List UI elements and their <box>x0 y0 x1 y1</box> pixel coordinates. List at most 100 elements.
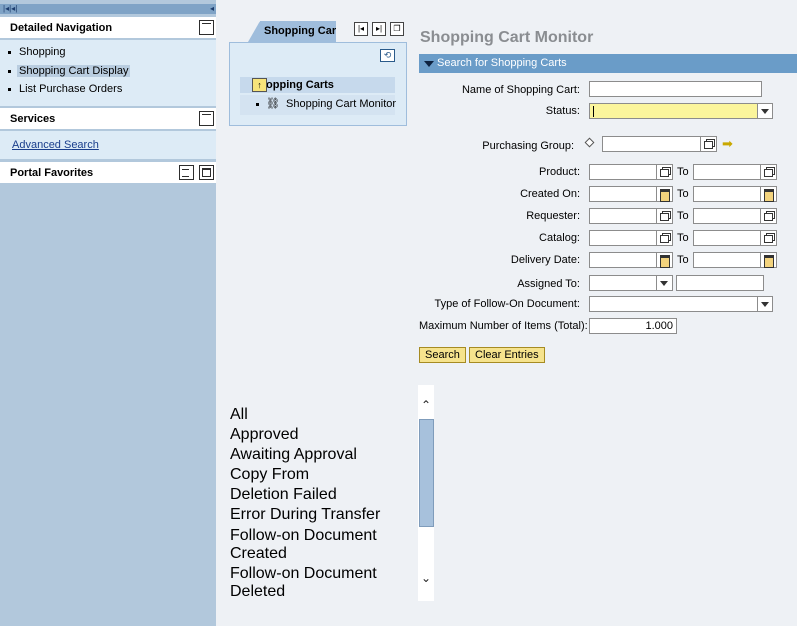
requester-to-input[interactable] <box>693 208 777 224</box>
calendar-icon[interactable] <box>656 253 671 268</box>
last-page-icon[interactable]: ▸| <box>372 22 386 36</box>
services-list: Advanced Search <box>0 131 216 159</box>
portal-favorites-title: Portal Favorites <box>10 167 94 179</box>
page-title: Shopping Cart Monitor <box>420 29 594 46</box>
status-option[interactable]: Created <box>230 545 416 563</box>
tab-shopping-cart[interactable]: Shopping Car <box>248 21 336 42</box>
value-help-icon[interactable] <box>760 231 775 245</box>
advanced-search-link[interactable]: Advanced Search <box>12 139 99 151</box>
shopping-carts-header: Shopping Carts ↑ <box>240 77 395 93</box>
detailed-navigation-list: Shopping Shopping Cart Display List Purc… <box>0 40 216 106</box>
nav-collapse-strip[interactable]: |◂|◂| ◂ <box>0 4 216 14</box>
max-items-input[interactable]: 1.000 <box>589 318 677 334</box>
catalog-from-input[interactable] <box>589 230 673 246</box>
page-list-icon[interactable]: ❐ <box>390 22 404 36</box>
pin-icon[interactable]: ↑ <box>252 78 267 92</box>
binoculars-icon: ⛓ <box>266 98 280 110</box>
shopping-cart-name-input[interactable] <box>589 81 762 97</box>
status-list-scrollbar[interactable]: ⌃ ⌄ <box>418 385 434 601</box>
product-label: Product: <box>539 166 580 178</box>
delivery-date-from-input[interactable] <box>589 252 673 268</box>
worksetmap-panel: ⟲ Shopping Carts ↑ ⛓ Shopping Cart Monit… <box>229 42 407 126</box>
portal-favorites-area <box>4 185 216 626</box>
product-from-input[interactable] <box>589 164 673 180</box>
created-on-to-input[interactable] <box>693 186 777 202</box>
catalog-label: Catalog: <box>539 232 580 244</box>
first-page-icon[interactable]: |◂ <box>354 22 368 36</box>
delivery-date-to-input[interactable] <box>693 252 777 268</box>
shopping-cart-monitor-item[interactable]: ⛓ Shopping Cart Monitor <box>240 95 397 115</box>
chevron-up-icon[interactable]: ⌃ <box>420 399 432 411</box>
delivery-date-label: Delivery Date: <box>510 254 580 266</box>
nav-item-list-purchase-orders[interactable]: List Purchase Orders <box>8 81 122 97</box>
calendar-icon[interactable] <box>656 187 671 202</box>
portal-favorites-header: Portal Favorites <box>0 162 216 184</box>
calendar-icon[interactable] <box>760 253 775 268</box>
status-option[interactable]: Error During Transfer <box>230 505 416 525</box>
collapse-arrow-icon[interactable]: ◂ <box>210 5 214 13</box>
clear-entries-button[interactable]: Clear Entries <box>469 347 545 363</box>
refresh-icon[interactable]: ⟲ <box>380 49 395 62</box>
collapse-triangle-icon[interactable] <box>424 61 434 67</box>
status-select[interactable] <box>589 103 773 119</box>
minimize-icon[interactable] <box>199 20 214 35</box>
status-option[interactable]: Approved <box>230 425 416 445</box>
services-header: Services <box>0 108 216 130</box>
search-button[interactable]: Search <box>419 347 466 363</box>
search-section-header[interactable]: Search for Shopping Carts <box>419 54 797 73</box>
status-option[interactable]: All <box>230 405 416 425</box>
assigned-to-select[interactable] <box>589 275 673 291</box>
assigned-to-input[interactable] <box>676 275 764 291</box>
shopping-cart-monitor-label: Shopping Cart Monitor <box>286 98 397 110</box>
nav-item-shopping[interactable]: Shopping <box>8 44 66 60</box>
status-option[interactable]: Deletion Failed <box>230 485 416 505</box>
value-help-icon[interactable] <box>760 165 775 179</box>
calendar-icon[interactable] <box>760 187 775 202</box>
value-help-icon[interactable] <box>700 137 715 151</box>
to-label: To <box>677 254 689 266</box>
detailed-navigation-title: Detailed Navigation <box>10 22 113 34</box>
minimize-icon[interactable] <box>199 111 214 126</box>
created-on-from-input[interactable] <box>589 186 673 202</box>
value-help-icon[interactable] <box>760 209 775 223</box>
status-option[interactable]: Copy From <box>230 465 416 485</box>
purchasing-group-input[interactable] <box>602 136 717 152</box>
nav-item-shopping-cart-display[interactable]: Shopping Cart Display <box>8 63 131 79</box>
status-option[interactable]: Follow-on Document <box>230 527 416 545</box>
requester-label: Requester: <box>526 210 580 222</box>
detailed-navigation-header: Detailed Navigation <box>0 17 216 39</box>
to-label: To <box>677 188 689 200</box>
status-option[interactable]: Follow-on Document <box>230 565 416 583</box>
scroll-thumb[interactable] <box>419 419 434 527</box>
follow-on-document-label: Type of Follow-On Document: <box>434 298 580 310</box>
value-help-icon[interactable] <box>656 165 671 179</box>
requester-from-input[interactable] <box>589 208 673 224</box>
status-dropdown-list[interactable]: All Approved Awaiting Approval Copy From… <box>230 405 416 601</box>
to-label: To <box>677 210 689 222</box>
purchasing-group-label: Purchasing Group: <box>482 140 574 152</box>
created-on-label: Created On: <box>520 188 580 200</box>
value-help-icon[interactable] <box>656 231 671 245</box>
max-items-label: Maximum Number of Items (Total): <box>419 320 588 332</box>
status-option[interactable]: Deleted <box>230 583 416 601</box>
name-label: Name of Shopping Cart: <box>461 84 580 96</box>
status-option[interactable]: Awaiting Approval <box>230 445 416 465</box>
maximize-icon[interactable] <box>199 165 214 180</box>
to-label: To <box>677 232 689 244</box>
status-label: Status: <box>545 105 580 117</box>
options-menu-icon[interactable] <box>179 165 194 180</box>
services-title: Services <box>10 113 56 125</box>
navigate-arrow-icon[interactable]: ➡ <box>722 136 733 152</box>
chevron-down-icon[interactable] <box>656 276 671 290</box>
nav-scroll-icon[interactable]: |◂|◂| <box>3 5 17 13</box>
worksetmap-tabbar: Shopping Car |◂ ▸| ❐ <box>229 19 407 43</box>
product-to-input[interactable] <box>693 164 777 180</box>
chevron-down-icon[interactable]: ⌄ <box>420 572 432 584</box>
assigned-to-label: Assigned To: <box>517 278 580 290</box>
search-section-title: Search for Shopping Carts <box>437 57 567 69</box>
value-help-icon[interactable] <box>656 209 671 223</box>
catalog-to-input[interactable] <box>693 230 777 246</box>
chevron-down-icon[interactable] <box>757 297 772 311</box>
chevron-down-icon[interactable] <box>757 104 772 118</box>
follow-on-document-select[interactable] <box>589 296 773 312</box>
